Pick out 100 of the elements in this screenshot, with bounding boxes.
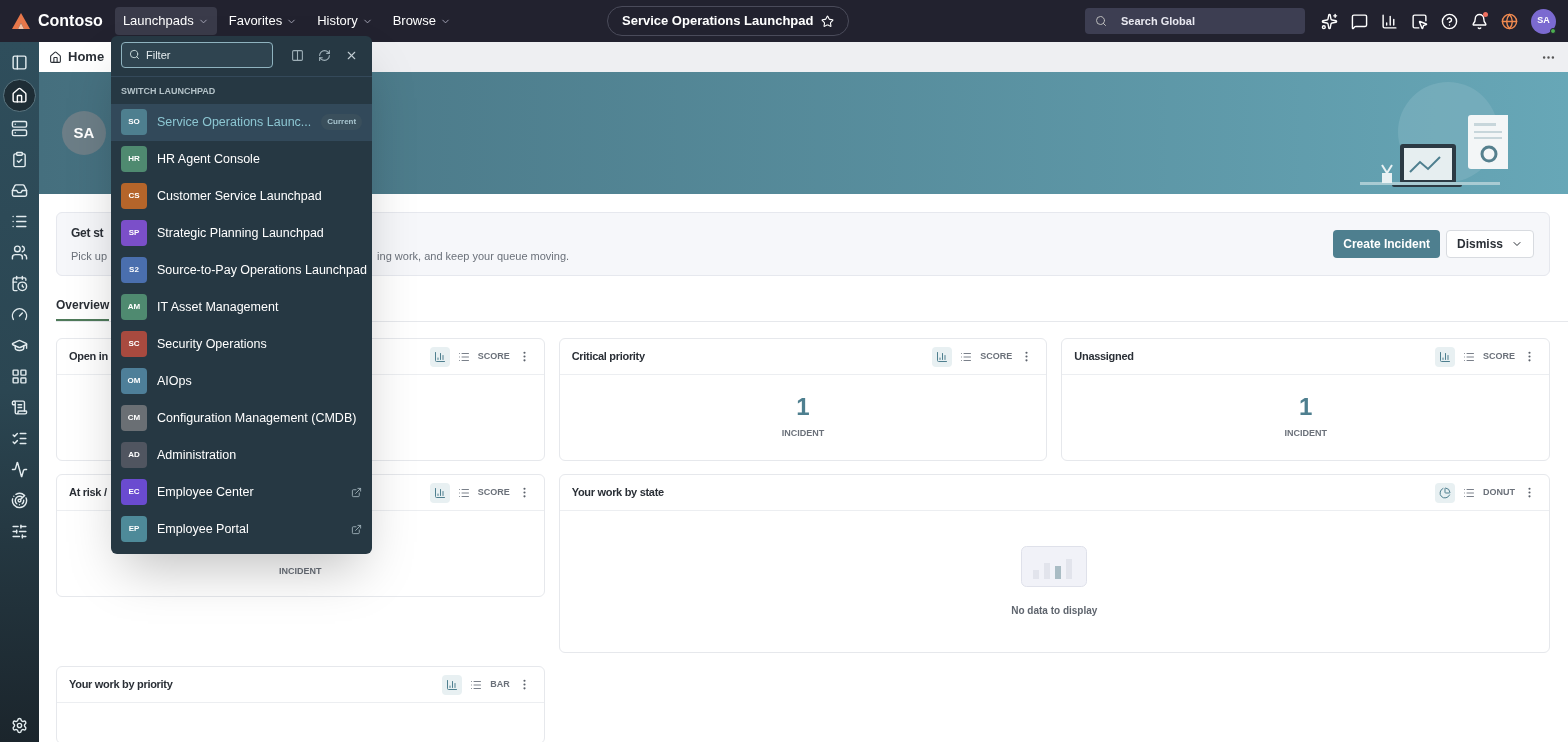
- sparkle-icon[interactable]: [1321, 12, 1338, 30]
- bar-chart-icon[interactable]: [1381, 12, 1398, 30]
- list-icon[interactable]: [11, 213, 28, 230]
- widget-title: Your work by state: [571, 485, 664, 501]
- chart-view-button[interactable]: [1434, 346, 1455, 367]
- chart-view-button[interactable]: [1435, 482, 1455, 503]
- menu-heading: SWITCH LAUNCHPAD: [120, 85, 217, 98]
- pulse-icon[interactable]: [11, 461, 28, 478]
- launchpad-badge: HR: [121, 146, 147, 172]
- launchpad-item[interactable]: EP Employee Portal: [111, 510, 372, 548]
- inbox-icon[interactable]: [11, 182, 28, 199]
- panel-icon[interactable]: [11, 54, 28, 71]
- page-title: Service Operations Launchpad: [622, 12, 814, 31]
- pointer-icon[interactable]: [1411, 12, 1428, 30]
- globe-icon[interactable]: [1501, 12, 1518, 30]
- launchpad-item[interactable]: AD Administration: [111, 436, 372, 474]
- search-field[interactable]: Search Global: [1085, 8, 1305, 34]
- scroll-icon[interactable]: [11, 399, 28, 416]
- list-view-icon[interactable]: [457, 350, 470, 363]
- home-nav-button[interactable]: [3, 79, 36, 112]
- list-view-icon[interactable]: [457, 486, 470, 499]
- home-icon: [11, 87, 28, 104]
- sliders-icon[interactable]: [11, 523, 28, 540]
- refresh-icon[interactable]: [318, 48, 331, 62]
- launchpad-name: Customer Service Launchpad: [157, 187, 322, 205]
- checklist-icon[interactable]: [11, 430, 28, 447]
- card-title: Get st: [71, 224, 104, 242]
- calendar-icon[interactable]: [11, 275, 28, 292]
- card-description: ing work, and keep your queue moving.: [377, 248, 570, 264]
- launchpad-name: Configuration Management (CMDB): [157, 409, 357, 427]
- create-incident-button[interactable]: Create Incident: [1333, 230, 1440, 258]
- pie-chart-icon: [1439, 486, 1451, 499]
- launchpad-item[interactable]: S2 Source-to-Pay Operations Launchpad: [111, 251, 372, 289]
- profile-avatar: SA: [62, 111, 106, 155]
- notifications-button[interactable]: [1471, 12, 1488, 30]
- launchpad-item[interactable]: CM Configuration Management (CMDB): [111, 399, 372, 437]
- launchpad-badge: SO: [121, 109, 147, 135]
- empty-chart-icon: [1021, 545, 1088, 587]
- radar-icon[interactable]: [11, 492, 28, 509]
- chart-view-button[interactable]: [442, 674, 463, 695]
- launchpad-item[interactable]: SC Security Operations: [111, 325, 372, 363]
- launchpad-item[interactable]: SP Strategic Planning Launchpad: [111, 214, 372, 252]
- view-type-label: BAR: [490, 677, 510, 691]
- graduation-cap-icon[interactable]: [11, 337, 28, 354]
- launchpad-item[interactable]: OM AIOps: [111, 362, 372, 400]
- gauge-icon[interactable]: [11, 306, 28, 323]
- home-icon: [49, 50, 62, 64]
- launchpad-name: Service Operations Launc...: [157, 113, 312, 131]
- content-tab[interactable]: Overview: [56, 290, 110, 321]
- nav-menu[interactable]: Launchpads: [114, 7, 217, 35]
- current-tag: Current: [321, 114, 363, 130]
- widget-title: Critical priority: [571, 349, 645, 365]
- launchpad-item[interactable]: EC Employee Center: [111, 473, 372, 511]
- list-view-icon[interactable]: [1462, 350, 1475, 363]
- nav-menu[interactable]: History: [309, 7, 381, 35]
- launchpad-item[interactable]: AM IT Asset Management: [111, 288, 372, 326]
- dismiss-button[interactable]: Dismiss: [1445, 230, 1534, 258]
- filter-field[interactable]: Filter: [121, 42, 273, 68]
- launchpad-badge: OM: [121, 368, 147, 394]
- settings-icon[interactable]: [11, 717, 28, 734]
- list-view-icon[interactable]: [960, 350, 973, 363]
- launchpad-item[interactable]: CS Customer Service Launchpad: [111, 177, 372, 215]
- help-icon[interactable]: [1441, 12, 1458, 30]
- list-view-icon[interactable]: [1463, 486, 1475, 499]
- score-unit: INCIDENT: [1284, 426, 1327, 440]
- launchpad-badge: EC: [121, 479, 147, 505]
- nav-menu[interactable]: Browse: [384, 7, 459, 35]
- nav-menu[interactable]: Favorites: [220, 7, 306, 35]
- clipboard-icon[interactable]: [11, 151, 28, 168]
- external-link-icon[interactable]: [351, 486, 362, 498]
- launchpad-item[interactable]: SO Service Operations Launc... Current: [111, 103, 372, 141]
- launchpad-name: IT Asset Management: [157, 298, 279, 316]
- launchpad-name: Administration: [157, 446, 237, 464]
- launchpad-badge: S2: [121, 257, 147, 283]
- launchpad-badge: SP: [121, 220, 147, 246]
- server-icon[interactable]: [11, 120, 28, 137]
- view-type-label: SCORE: [980, 349, 1013, 363]
- user-avatar[interactable]: SA: [1531, 8, 1556, 34]
- launchpad-name: AIOps: [157, 372, 192, 390]
- users-icon[interactable]: [11, 244, 28, 261]
- launchpad-name: Employee Portal: [157, 520, 249, 538]
- launchpad-badge: AM: [121, 294, 147, 320]
- chart-view-button[interactable]: [932, 346, 953, 367]
- star-icon[interactable]: [821, 14, 835, 28]
- chart-view-button[interactable]: [429, 482, 450, 503]
- grid-icon[interactable]: [11, 368, 28, 385]
- launchpad-name: HR Agent Console: [157, 150, 260, 168]
- card-description: Pick up: [71, 248, 108, 264]
- chat-icon[interactable]: [1351, 12, 1368, 30]
- widget-title: Your work by priority: [69, 677, 173, 693]
- brand-name: Contoso: [38, 11, 103, 31]
- score-value: 1: [796, 394, 810, 419]
- launchpad-item[interactable]: HR HR Agent Console: [111, 140, 372, 178]
- chart-view-button[interactable]: [429, 346, 450, 367]
- empty-state-text: No data to display: [1011, 603, 1098, 618]
- widget-title: At risk /: [69, 485, 107, 501]
- list-view-icon[interactable]: [470, 678, 483, 691]
- view-type-label: SCORE: [477, 485, 510, 499]
- external-link-icon[interactable]: [351, 523, 362, 535]
- split-view-icon[interactable]: [291, 48, 304, 62]
